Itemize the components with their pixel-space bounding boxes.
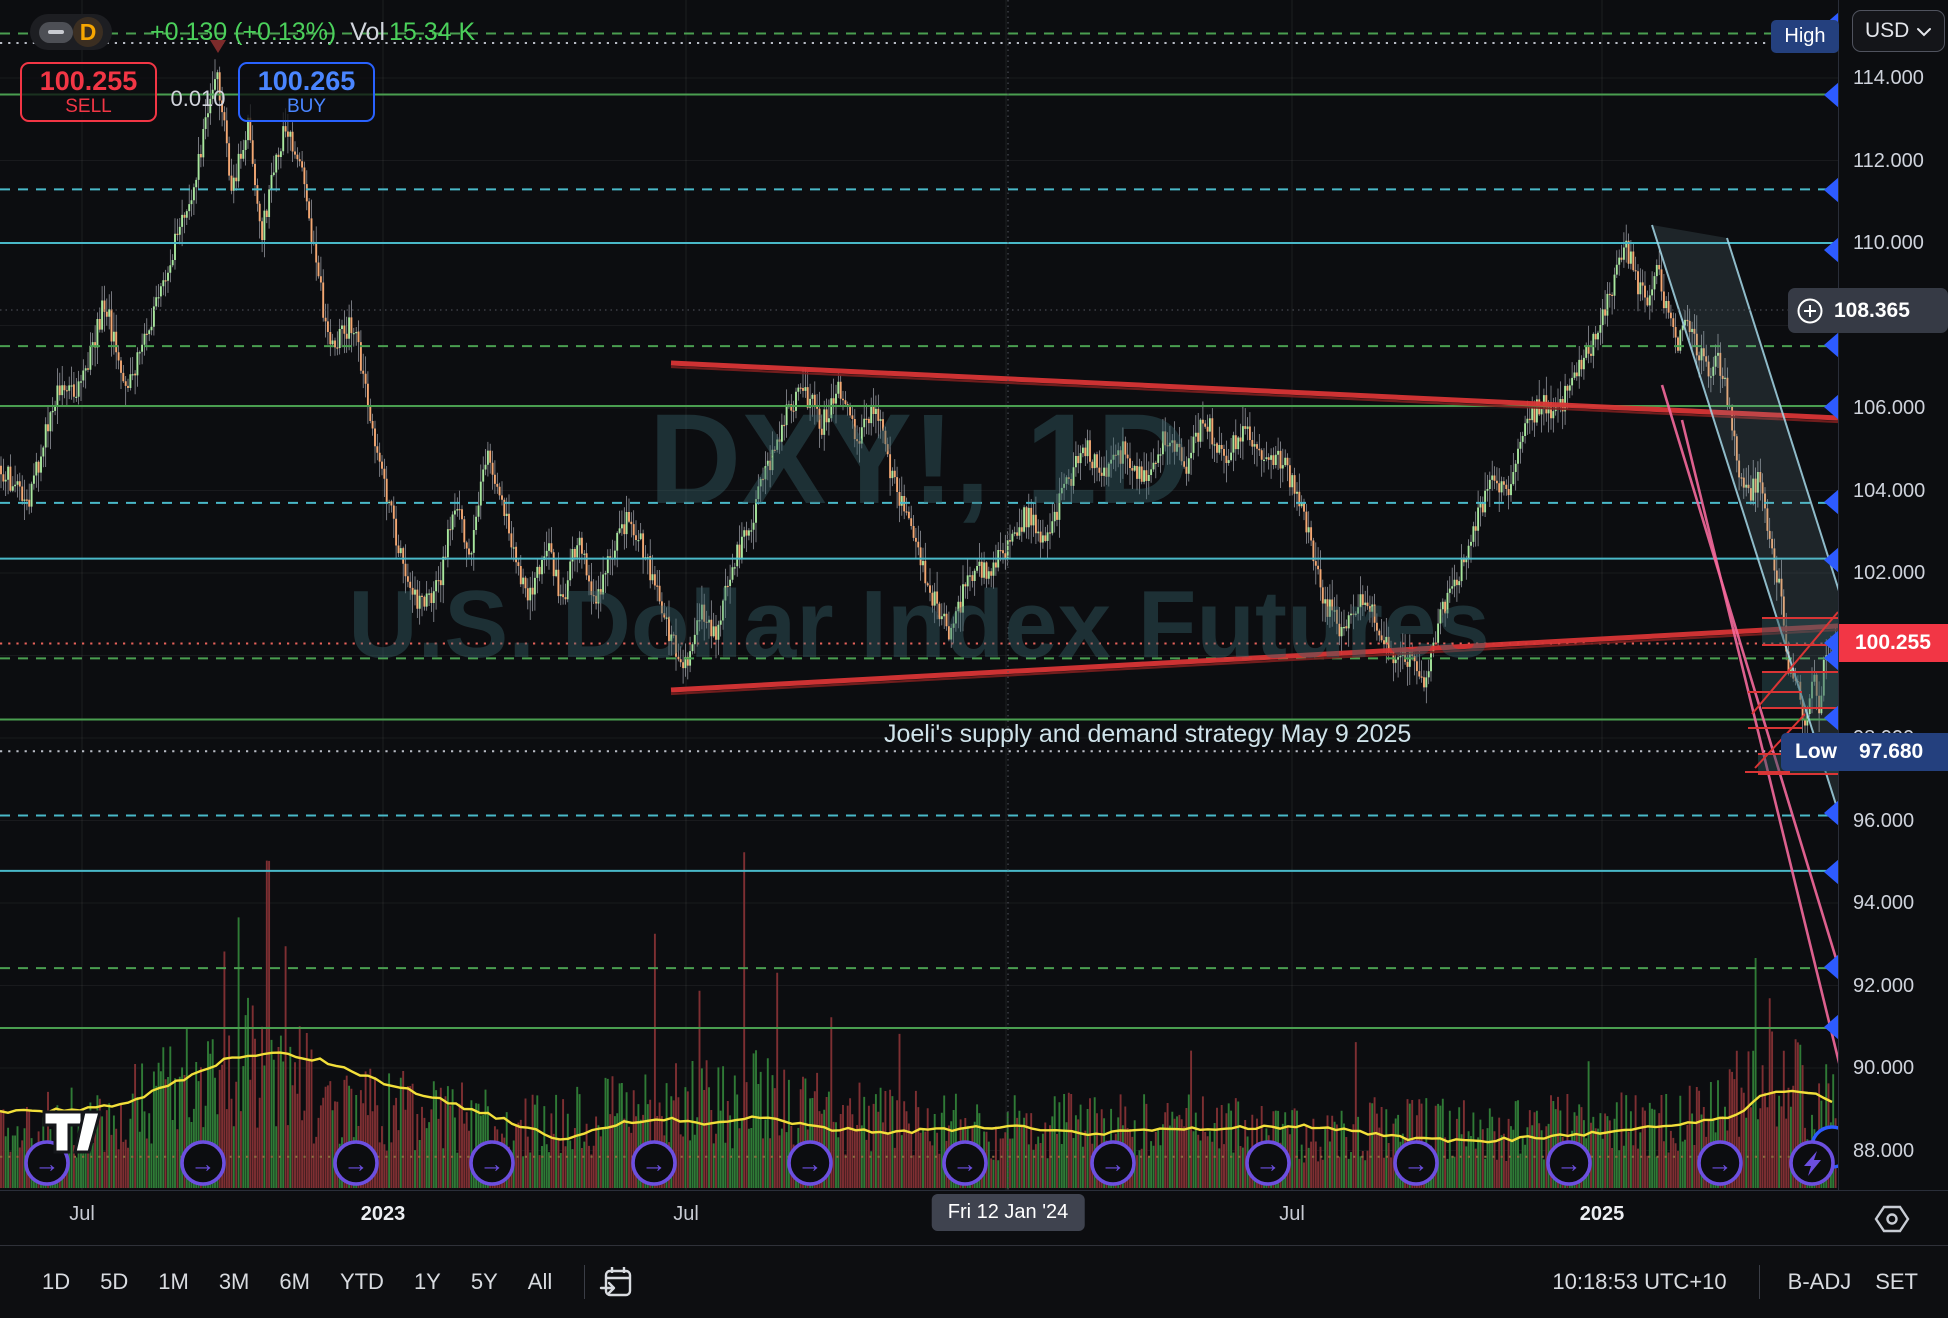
event-arrow-glyph: → xyxy=(1708,1150,1733,1178)
event-arrow-glyph: → xyxy=(798,1150,823,1178)
gridlines xyxy=(0,0,1838,1190)
last-price-label: 100.255 xyxy=(1839,624,1948,662)
high-price-tag: High xyxy=(1771,20,1839,53)
price-tick-label: 94.000 xyxy=(1853,892,1945,915)
price-change-readout: +0.130 (+0.13%) Vol15.34 K xyxy=(150,18,475,47)
range-button-6m[interactable]: 6M xyxy=(267,1263,322,1301)
hide-indicator-toggle[interactable] xyxy=(39,22,73,43)
price-tick-label: 112.000 xyxy=(1853,150,1945,173)
price-tick-label: 88.000 xyxy=(1853,1140,1945,1163)
candles-up xyxy=(6,72,1834,725)
timeframe-pill[interactable]: D xyxy=(30,14,112,50)
range-button-ytd[interactable]: YTD xyxy=(328,1263,396,1301)
crosshair-price-label: 108.365 xyxy=(1788,288,1948,333)
range-button-1d[interactable]: 1D xyxy=(30,1263,82,1301)
time-tick-label: Jul xyxy=(69,1203,95,1226)
time-tick-label: Jul xyxy=(673,1203,699,1226)
plot-area: → → → → → → → → → → → → xyxy=(0,0,1945,1190)
trading-chart-app: →→→→→→→→→→→→ DXY!, 1D U.S. Dollar Index … xyxy=(0,0,1948,1318)
event-arrow-glyph: → xyxy=(1404,1150,1429,1178)
range-button-1y[interactable]: 1Y xyxy=(402,1263,453,1301)
sell-label: SELL xyxy=(65,96,111,118)
time-axis[interactable]: Fri 12 Jan '24 Jul 2023 Jul Jul 2025 xyxy=(0,1190,1948,1246)
alert-arrow-icon xyxy=(1824,954,1839,980)
alert-arrow-icon xyxy=(1824,82,1839,108)
alert-arrow-icon xyxy=(1824,237,1839,263)
goto-date-button[interactable] xyxy=(599,1264,633,1300)
alert-arrow-icon xyxy=(1824,332,1839,358)
time-tick-label: 2025 xyxy=(1580,1203,1625,1226)
low-price-tag: Low 97.680 xyxy=(1781,733,1948,771)
price-axis[interactable]: 114.000112.000110.000108.000106.000104.0… xyxy=(1838,0,1948,1190)
price-tick-label: 102.000 xyxy=(1853,562,1945,585)
clock-timezone[interactable]: 10:18:53 UTC+10 xyxy=(1534,1269,1744,1295)
timeframe-label[interactable]: D xyxy=(73,17,103,47)
sell-price: 100.255 xyxy=(40,67,138,96)
currency-value: USD xyxy=(1865,19,1909,43)
alert-arrow-icon xyxy=(1824,800,1839,826)
crosshair-price-value: 108.365 xyxy=(1834,299,1910,323)
price-tick-label: 92.000 xyxy=(1853,975,1945,998)
change-value: +0.130 (+0.13%) xyxy=(150,18,336,46)
trendline-shadow xyxy=(671,367,1838,422)
calendar-goto-icon xyxy=(599,1264,633,1300)
price-tick-label: 110.000 xyxy=(1853,232,1945,255)
buy-button[interactable]: 100.265 BUY xyxy=(238,62,375,122)
dash-icon xyxy=(48,30,64,34)
event-arrow-glyph: → xyxy=(642,1150,667,1178)
range-button-all[interactable]: All xyxy=(516,1263,564,1301)
price-tick-label: 106.000 xyxy=(1853,397,1945,420)
toolbar-divider xyxy=(1759,1265,1760,1299)
buy-label: BUY xyxy=(287,96,326,118)
currency-dropdown[interactable]: USD xyxy=(1852,10,1945,52)
back-adjust-toggle[interactable]: B-ADJ xyxy=(1774,1269,1866,1295)
range-button-5y[interactable]: 5Y xyxy=(459,1263,510,1301)
volume-label: Vol xyxy=(350,18,385,46)
price-tick-label: 96.000 xyxy=(1853,810,1945,833)
price-tick-label: 104.000 xyxy=(1853,480,1945,503)
time-crosshair-tooltip: Fri 12 Jan '24 xyxy=(932,1194,1085,1231)
range-buttons: 1D5D1M3M6MYTD1Y5YAll xyxy=(30,1263,570,1301)
range-button-5d[interactable]: 5D xyxy=(88,1263,140,1301)
range-button-3m[interactable]: 3M xyxy=(207,1263,262,1301)
spread-value: 0.010 xyxy=(160,86,236,112)
chevron-down-icon xyxy=(1916,27,1932,37)
alert-arrow-icon xyxy=(1824,859,1839,885)
range-button-1m[interactable]: 1M xyxy=(146,1263,201,1301)
axis-alert-markers xyxy=(1824,12,1839,1040)
low-label-text: Low xyxy=(1795,740,1837,764)
instant-detail-eye-icon[interactable] xyxy=(1872,1199,1912,1239)
event-arrow-glyph: → xyxy=(35,1150,60,1178)
toolbar-right: 10:18:53 UTC+10 B-ADJ SET xyxy=(1534,1265,1932,1299)
volume-value: 15.34 K xyxy=(389,18,475,46)
toolbar-divider xyxy=(584,1265,585,1299)
add-alert-plus-icon[interactable] xyxy=(1796,297,1824,325)
time-tick-label: 2023 xyxy=(361,1203,406,1226)
buy-price: 100.265 xyxy=(258,67,356,96)
low-price-value: 97.680 xyxy=(1859,740,1923,764)
price-chart-canvas[interactable]: → → → → → → → → → → → → xyxy=(0,0,1948,1190)
sell-button[interactable]: 100.255 SELL xyxy=(20,62,157,122)
event-arrow-glyph: → xyxy=(1101,1150,1126,1178)
settlement-toggle[interactable]: SET xyxy=(1865,1269,1928,1295)
event-arrow-glyph: → xyxy=(1256,1150,1281,1178)
horizontal-levels xyxy=(0,33,1838,1156)
price-tick-label: 90.000 xyxy=(1853,1057,1945,1080)
event-arrow-glyph: → xyxy=(344,1150,369,1178)
event-arrow-glyph: → xyxy=(480,1150,505,1178)
event-arrow-glyph: → xyxy=(1557,1150,1582,1178)
bottom-toolbar: 1D5D1M3M6MYTD1Y5YAll 10:18:53 UTC+10 B-A… xyxy=(0,1245,1948,1318)
event-arrow-glyph: → xyxy=(191,1150,216,1178)
time-tick-label: Jul xyxy=(1279,1203,1305,1226)
event-arrow-glyph: → xyxy=(953,1150,978,1178)
trendline-shadow xyxy=(671,630,1838,694)
alert-arrow-icon xyxy=(1824,489,1839,515)
alert-arrow-icon xyxy=(1824,177,1839,203)
strategy-annotation: Joeli's supply and demand strategy May 9… xyxy=(884,720,1411,749)
price-tick-label: 114.000 xyxy=(1853,67,1945,90)
